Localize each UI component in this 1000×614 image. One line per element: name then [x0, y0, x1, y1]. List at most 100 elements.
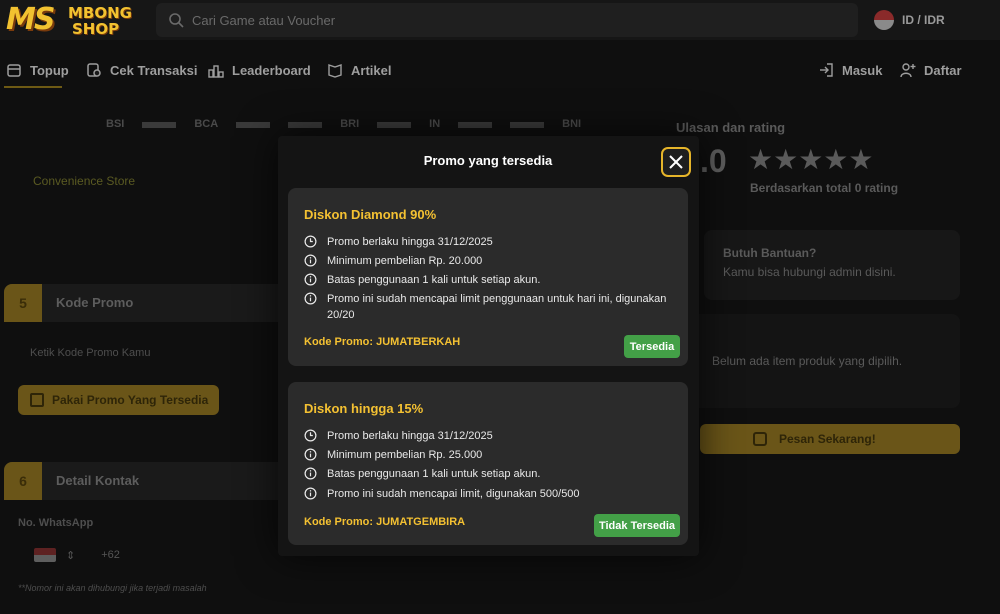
promo-detail-text: Promo berlaku hingga 31/12/2025 — [327, 430, 493, 442]
rating-stars: ★★★★★ — [748, 144, 874, 175]
leaderboard-icon — [208, 65, 224, 78]
status-available-button[interactable]: Tersedia — [624, 335, 680, 358]
close-icon — [669, 155, 683, 169]
status-unavailable-button[interactable]: Tidak Tersedia — [594, 514, 680, 537]
site-logo[interactable]: MS MBONG SHOP — [6, 2, 140, 38]
promo-detail: Batas penggunaan 1 kali untuk setiap aku… — [304, 466, 674, 482]
search-icon — [169, 13, 184, 28]
top-header: MS MBONG SHOP ID / IDR — [0, 0, 1000, 40]
promo-detail-text: Minimum pembelian Rp. 20.000 — [327, 255, 483, 267]
indonesia-flag-icon — [34, 548, 56, 562]
help-card[interactable]: Butuh Bantuan? Kamu bisa hubungi admin d… — [704, 230, 960, 300]
active-tab-indicator — [4, 86, 62, 88]
empty-cart-text: Belum ada item produk yang dipilih. — [712, 354, 903, 368]
payment-logo: BSI — [106, 118, 125, 130]
logo-mark: MS — [6, 2, 55, 37]
section-title: Kode Promo — [56, 295, 134, 310]
payment-logo: BRI — [340, 118, 360, 130]
clock-icon — [304, 429, 317, 442]
modal-title: Promo yang tersedia — [423, 153, 553, 168]
section-title: Detail Kontak — [56, 473, 140, 488]
phone-prefix: +62 — [101, 549, 120, 561]
section-number: 5 — [4, 284, 42, 322]
main-nav: Topup Cek Transaksi Leaderboard Artikel … — [0, 50, 1000, 88]
register-label: Daftar — [924, 62, 962, 78]
cart-icon — [753, 432, 767, 446]
promo-code: Kode Promo: JUMATBERKAH — [304, 336, 461, 348]
info-icon — [304, 467, 317, 480]
promo-name: Diskon hingga 15% — [304, 401, 424, 416]
promo-detail-text: Promo ini sudah mencapai limit, digunaka… — [327, 488, 580, 500]
login-label: Masuk — [842, 62, 883, 78]
search-bar[interactable] — [156, 3, 858, 37]
nav-item-label: Cek Transaksi — [110, 62, 198, 78]
whatsapp-note: **Nomor ini akan dihubungi jika terjadi … — [18, 583, 207, 593]
payment-logo — [377, 122, 412, 128]
payment-logo: BCA — [194, 118, 219, 130]
order-now-label: Pesan Sekarang! — [779, 432, 876, 446]
promo-card[interactable]: Diskon Diamond 90% Promo berlaku hingga … — [288, 188, 688, 366]
rating-count: Berdasarkan total 0 rating — [750, 181, 899, 195]
whatsapp-label: No. WhatsApp — [18, 517, 94, 529]
chevron-updown-icon[interactable]: ⇕ — [66, 549, 75, 562]
payment-logo — [236, 122, 271, 128]
whatsapp-field[interactable]: ⇕ +62 — [34, 548, 120, 562]
payment-logo: IN — [429, 118, 441, 130]
promo-name: Diskon Diamond 90% — [304, 207, 437, 222]
locale-selector[interactable]: ID / IDR — [874, 9, 945, 31]
search-input[interactable] — [192, 3, 842, 37]
login-icon — [820, 63, 833, 77]
nav-item-topup[interactable]: Topup — [6, 62, 69, 78]
article-icon — [328, 64, 342, 78]
receipt-icon — [87, 63, 101, 77]
convenience-store-label[interactable]: Convenience Store — [33, 174, 135, 188]
promo-detail: Minimum pembelian Rp. 25.000 — [304, 447, 674, 463]
indonesia-flag-icon — [874, 10, 894, 30]
info-icon — [304, 273, 317, 286]
selected-item-card: Belum ada item produk yang dipilih. — [690, 314, 960, 408]
promo-detail-text: Minimum pembelian Rp. 25.000 — [327, 449, 483, 461]
section-number: 6 — [4, 462, 42, 500]
info-icon — [304, 292, 317, 305]
promo-card[interactable]: Diskon hingga 15% Promo berlaku hingga 3… — [288, 382, 688, 545]
promo-code: Kode Promo: JUMATGEMBIRA — [304, 516, 466, 528]
promo-detail: Promo berlaku hingga 31/12/2025 — [304, 428, 674, 444]
use-promo-button[interactable]: Pakai Promo Yang Tersedia — [18, 385, 219, 415]
promo-detail-text: Promo ini sudah mencapai limit penggunaa… — [327, 293, 667, 321]
nav-item-label: Topup — [30, 62, 69, 78]
nav-item-cek-transaksi[interactable]: Cek Transaksi — [86, 62, 197, 78]
register-link[interactable]: Daftar — [900, 62, 962, 78]
login-link[interactable]: Masuk — [818, 62, 882, 78]
logo-text-bottom: SHOP — [72, 20, 120, 38]
promo-detail: Batas penggunaan 1 kali untuk setiap aku… — [304, 272, 674, 288]
info-icon — [304, 254, 317, 267]
nav-item-label: Artikel — [351, 62, 392, 78]
promo-detail-text: Promo berlaku hingga 31/12/2025 — [327, 236, 493, 248]
promo-detail: Minimum pembelian Rp. 20.000 — [304, 253, 674, 269]
nav-item-label: Leaderboard — [232, 62, 311, 78]
payment-logo: BNI — [562, 118, 582, 130]
rating-score: .0 — [700, 143, 727, 179]
promo-detail-text: Batas penggunaan 1 kali untuk setiap aku… — [327, 274, 541, 286]
use-promo-label: Pakai Promo Yang Tersedia — [52, 393, 209, 407]
payment-logos: BSI BCA BRI IN BNI — [106, 118, 581, 130]
add-user-icon — [900, 63, 916, 78]
payment-logo — [288, 122, 323, 128]
promo-detail-text: Batas penggunaan 1 kali untuk setiap aku… — [327, 468, 541, 480]
clock-icon — [304, 235, 317, 248]
promo-detail: Promo ini sudah mencapai limit penggunaa… — [304, 291, 674, 323]
help-title: Butuh Bantuan? — [723, 246, 817, 260]
nav-item-artikel[interactable]: Artikel — [327, 62, 391, 78]
nav-item-leaderboard[interactable]: Leaderboard — [208, 62, 311, 78]
promo-detail: Promo berlaku hingga 31/12/2025 — [304, 234, 674, 250]
order-now-button[interactable]: Pesan Sekarang! — [700, 424, 960, 454]
ticket-icon — [30, 393, 44, 407]
promo-code-input[interactable]: Ketik Kode Promo Kamu — [30, 347, 150, 359]
payment-logo — [510, 122, 545, 128]
payment-logo — [458, 122, 493, 128]
help-subtitle: Kamu bisa hubungi admin disini. — [723, 265, 896, 279]
close-button[interactable] — [661, 147, 691, 177]
info-icon — [304, 487, 317, 500]
topup-icon — [7, 64, 21, 77]
promo-modal: Promo yang tersedia Diskon Diamond 90% P… — [278, 136, 699, 556]
